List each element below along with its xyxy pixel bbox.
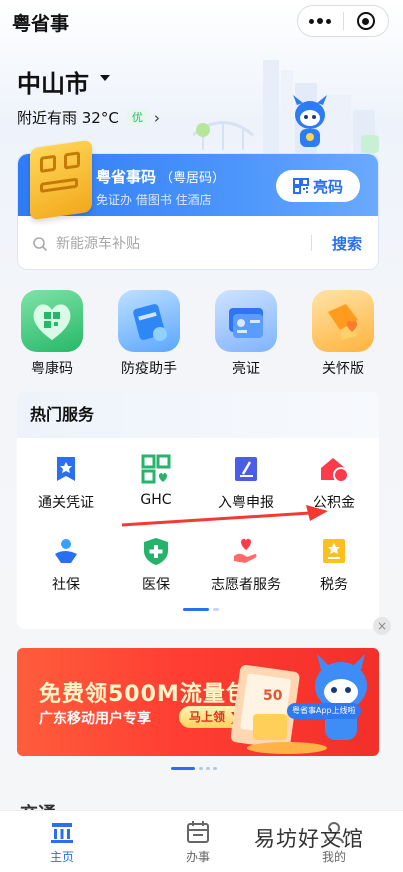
promo-banner[interactable]: 免费领500M流量包 广东移动用户专享 马上领 ❯ 50 粤省事App上线啦: [17, 648, 379, 756]
watermark-text: 易坊好文馆: [254, 827, 364, 851]
social-security-icon: [51, 536, 81, 566]
medical-insurance-icon: [141, 536, 171, 566]
mini-program-capsule: [297, 5, 389, 37]
app-launch-badge: 粤省事App上线啦: [287, 703, 361, 719]
qr-code-icon: [292, 178, 309, 194]
care-version-icon: [312, 290, 374, 352]
yueshengshi-code-logo-icon: [30, 139, 92, 221]
quick-action-label: 亮证: [232, 361, 260, 377]
service-tax[interactable]: 税务: [289, 536, 379, 594]
tax-icon: [319, 536, 349, 566]
health-code-icon: [21, 290, 83, 352]
show-code-label: 亮码: [312, 177, 343, 196]
service-social-security[interactable]: 社保: [21, 536, 111, 594]
quick-action-care-version[interactable]: 关怀版: [298, 290, 388, 378]
qr-code-card: 粤省事码（粤居码） 免证办 借图书 住酒店 亮码 搜索: [17, 139, 379, 271]
claim-now-label: 马上领: [189, 710, 226, 724]
banner-phone-mascot-illustration: 50: [230, 654, 367, 754]
show-code-button[interactable]: 亮码: [276, 170, 360, 202]
weather-text: 附近有雨 32°C: [17, 109, 119, 127]
service-medical-insurance[interactable]: 医保: [111, 536, 201, 594]
more-menu-icon[interactable]: [298, 6, 343, 36]
quick-action-epidemic-assistant[interactable]: 防疫助手: [104, 290, 194, 378]
search-divider: [311, 235, 312, 251]
weather-info[interactable]: 附近有雨 32°C 优 ›: [17, 107, 160, 128]
service-label: 志愿者服务: [211, 577, 281, 593]
banner-indicator: [206, 767, 210, 770]
banner-indicator-active: [171, 767, 195, 770]
tab-home[interactable]: 主页: [22, 819, 102, 865]
search-bar: 搜索: [18, 216, 378, 271]
banner-ticket-number: 50: [263, 688, 283, 704]
home-icon: [51, 823, 73, 843]
qr-card-subtitle: 免证办 借图书 住酒店: [96, 193, 212, 207]
quick-action-health-code[interactable]: 粤康码: [7, 290, 97, 378]
service-volunteer[interactable]: 志愿者服务: [201, 536, 291, 594]
entry-declaration-icon: [231, 454, 261, 484]
city-selector[interactable]: 中山市: [17, 64, 89, 99]
title-bar: 粤省事: [0, 0, 403, 44]
red-arrow-annotation: [121, 505, 328, 527]
close-target-icon[interactable]: [343, 6, 388, 36]
service-label: 税务: [320, 577, 348, 593]
housing-fund-icon: [319, 454, 349, 484]
app-title: 粤省事: [12, 13, 70, 35]
service-ghc[interactable]: GHC: [111, 454, 201, 508]
air-quality-badge: 优: [126, 108, 148, 127]
carousel-indicator: [213, 608, 219, 611]
service-label: 社保: [52, 577, 80, 593]
city-skyline-illustration: [193, 60, 379, 155]
banner-subtitle: 广东移动用户专享: [39, 711, 151, 727]
quick-action-label: 粤康码: [31, 361, 73, 377]
service-label: 医保: [142, 577, 170, 593]
service-label: 通关凭证: [38, 495, 94, 511]
banner-indicator: [213, 767, 217, 770]
chevron-down-icon[interactable]: [100, 75, 110, 81]
calendar-icon: [187, 821, 209, 843]
epidemic-assistant-icon: [118, 290, 180, 352]
quick-action-label: 关怀版: [322, 361, 364, 377]
tab-services[interactable]: 办事: [158, 819, 238, 865]
certificate-icon: [215, 290, 277, 352]
quick-action-show-certificate[interactable]: 亮证: [201, 290, 291, 378]
service-customs-pass[interactable]: 通关凭证: [21, 454, 111, 512]
hot-services-title: 热门服务: [17, 392, 379, 438]
carousel-indicator-active: [183, 608, 209, 611]
qr-card-header[interactable]: 粤省事码 （粤居码） 免证办 借图书 住酒店 亮码: [18, 139, 378, 221]
search-input[interactable]: [56, 235, 276, 252]
service-entry-declaration[interactable]: 入粤申报: [201, 454, 291, 512]
tab-label: 主页: [49, 850, 74, 864]
ghc-icon: [141, 454, 171, 484]
qr-card-title-text: 粤省事码: [96, 168, 157, 186]
close-ad-icon[interactable]: ×: [373, 617, 391, 635]
search-button[interactable]: 搜索: [332, 233, 362, 254]
banner-indicator: [199, 767, 203, 770]
volunteer-icon: [231, 536, 261, 566]
quick-action-label: 防疫助手: [121, 361, 177, 377]
qr-card-title-suffix: （粤居码）: [160, 171, 226, 186]
service-housing-fund[interactable]: 公积金: [289, 454, 379, 512]
customs-pass-icon: [51, 454, 81, 484]
search-icon: [33, 236, 48, 251]
quick-actions: 粤康码 防疫助手 亮证 关怀版: [0, 290, 403, 380]
qr-card-title: 粤省事码 （粤居码）: [96, 166, 225, 187]
banner-title: 免费领500M流量包: [39, 682, 249, 707]
tab-label: 办事: [185, 850, 210, 864]
chevron-right-icon: ›: [153, 108, 160, 127]
